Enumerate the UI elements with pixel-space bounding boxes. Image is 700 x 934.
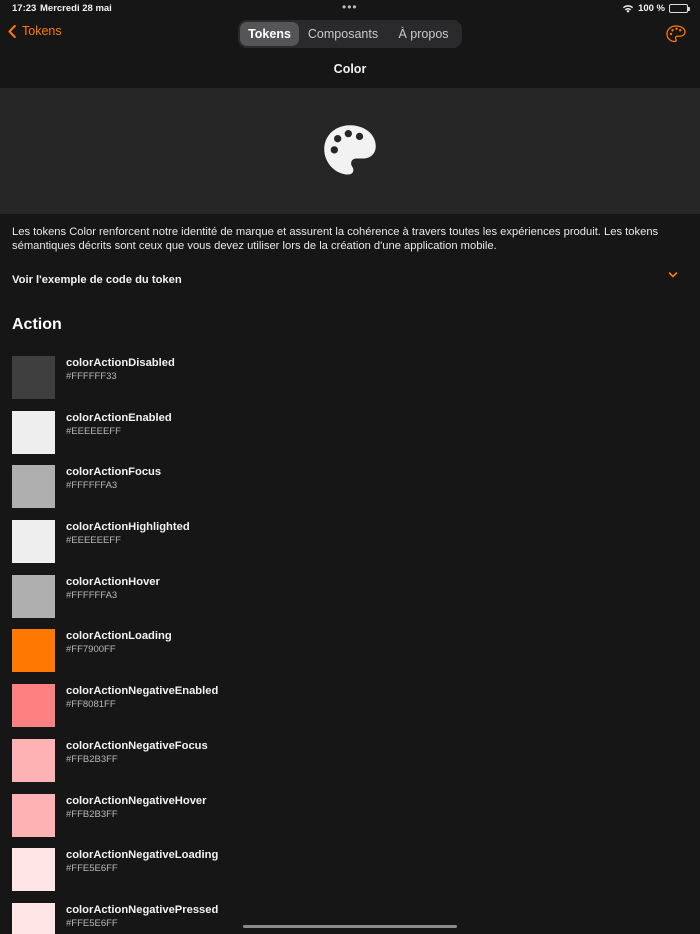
token-name: colorActionNegativeEnabled: [66, 685, 219, 698]
status-time: 17:23: [12, 3, 37, 14]
chevron-left-icon: [8, 24, 16, 38]
token-name: colorActionNegativeLoading: [66, 849, 219, 862]
token-hex: #EEEEEEFF: [66, 535, 121, 547]
token-row[interactable]: colorActionNegativeFocus #FFB2B3FF: [12, 738, 688, 794]
status-right: 100 %: [622, 3, 690, 14]
color-swatch: [12, 410, 55, 454]
multitasking-dots-icon[interactable]: •••: [342, 0, 358, 14]
color-swatch: [12, 465, 55, 509]
token-hex: #FFB2B3FF: [66, 753, 118, 765]
color-swatch: [12, 738, 55, 782]
color-swatch: [12, 793, 55, 837]
token-hex: #FFFFFF33: [66, 371, 117, 382]
battery-icon: [669, 4, 690, 13]
tab-a-propos[interactable]: À propos: [387, 22, 460, 46]
token-name: colorActionNegativeHover: [66, 794, 207, 807]
segmented-control: Tokens Composants À propos: [238, 20, 462, 48]
token-name: colorActionEnabled: [66, 411, 172, 424]
wifi-icon: [622, 5, 634, 13]
color-swatch: [12, 902, 55, 934]
token-hex: #FFE5E6FF: [66, 863, 118, 875]
navigation-bar: Tokens Tokens Composants À propos: [0, 18, 700, 50]
palette-icon: [666, 25, 686, 43]
description-text: Les tokens Color renforcent notre identi…: [12, 226, 659, 252]
token-hex: #FF7900FF: [66, 644, 116, 656]
token-name: colorActionHighlighted: [66, 521, 190, 534]
token-name: colorActionLoading: [66, 630, 172, 643]
token-hex: #FFFFFFA3: [66, 480, 118, 492]
token-row[interactable]: colorActionLoading #FF7900FF: [12, 629, 688, 684]
back-button[interactable]: Tokens: [8, 24, 62, 38]
status-date: Mercredi 28 mai: [40, 3, 112, 14]
token-hex: #FF8081FF: [66, 699, 116, 711]
page-title: Color: [333, 62, 367, 76]
color-swatch: [12, 848, 55, 892]
token-name: colorActionHover: [66, 575, 160, 588]
token-row[interactable]: colorActionFocus #FFFFFFA3: [12, 465, 688, 520]
code-example-label: Voir l'exemple de code du token: [12, 274, 182, 286]
token-row[interactable]: colorActionNegativeHover #FFB2B3FF: [12, 793, 688, 849]
home-indicator[interactable]: [243, 925, 457, 928]
token-list: colorActionDisabled #FFFFFF33 colorActio…: [12, 356, 688, 934]
token-row[interactable]: colorActionHover #FFFFFFA3: [12, 574, 688, 630]
back-button-label: Tokens: [22, 24, 62, 38]
color-swatch: [12, 574, 55, 618]
tab-tokens[interactable]: Tokens: [240, 22, 299, 46]
token-name: colorActionNegativeFocus: [66, 739, 208, 752]
theme-palette-button[interactable]: [666, 25, 686, 48]
section-title-action: Action: [12, 316, 62, 333]
token-name: colorActionDisabled: [66, 357, 175, 369]
token-row[interactable]: colorActionNegativeEnabled #FF8081FF: [12, 684, 688, 739]
tab-composants[interactable]: Composants: [299, 22, 387, 46]
token-row[interactable]: colorActionNegativeLoading #FFE5E6FF: [12, 848, 688, 903]
token-hex: #FFFFFFA3: [66, 589, 118, 601]
color-swatch: [12, 520, 55, 564]
token-row[interactable]: colorActionHighlighted #EEEEEEFF: [12, 520, 688, 575]
token-hex: #FFB2B3FF: [66, 808, 118, 820]
code-example-toggle[interactable]: Voir l'exemple de code du token: [12, 268, 688, 292]
color-swatch: [12, 629, 55, 673]
palette-icon: [324, 125, 376, 175]
token-name: colorActionFocus: [66, 466, 162, 479]
token-hex: #EEEEEEFF: [66, 425, 121, 437]
chevron-down-icon: [668, 272, 678, 278]
token-row[interactable]: colorActionDisabled #FFFFFF33: [12, 356, 688, 411]
battery-percent: 100 %: [638, 3, 665, 14]
status-bar: 17:23 Mercredi 28 mai ••• 100 %: [0, 0, 700, 18]
color-swatch: [12, 684, 55, 728]
token-row[interactable]: colorActionNegativePressed #FFE5E6FF: [12, 902, 688, 934]
token-hex: #FFE5E6FF: [66, 917, 118, 929]
token-name: colorActionNegativePressed: [66, 903, 219, 916]
token-row[interactable]: colorActionEnabled #EEEEEEFF: [12, 410, 688, 466]
hero-banner: [0, 88, 700, 214]
color-swatch: [12, 356, 55, 399]
